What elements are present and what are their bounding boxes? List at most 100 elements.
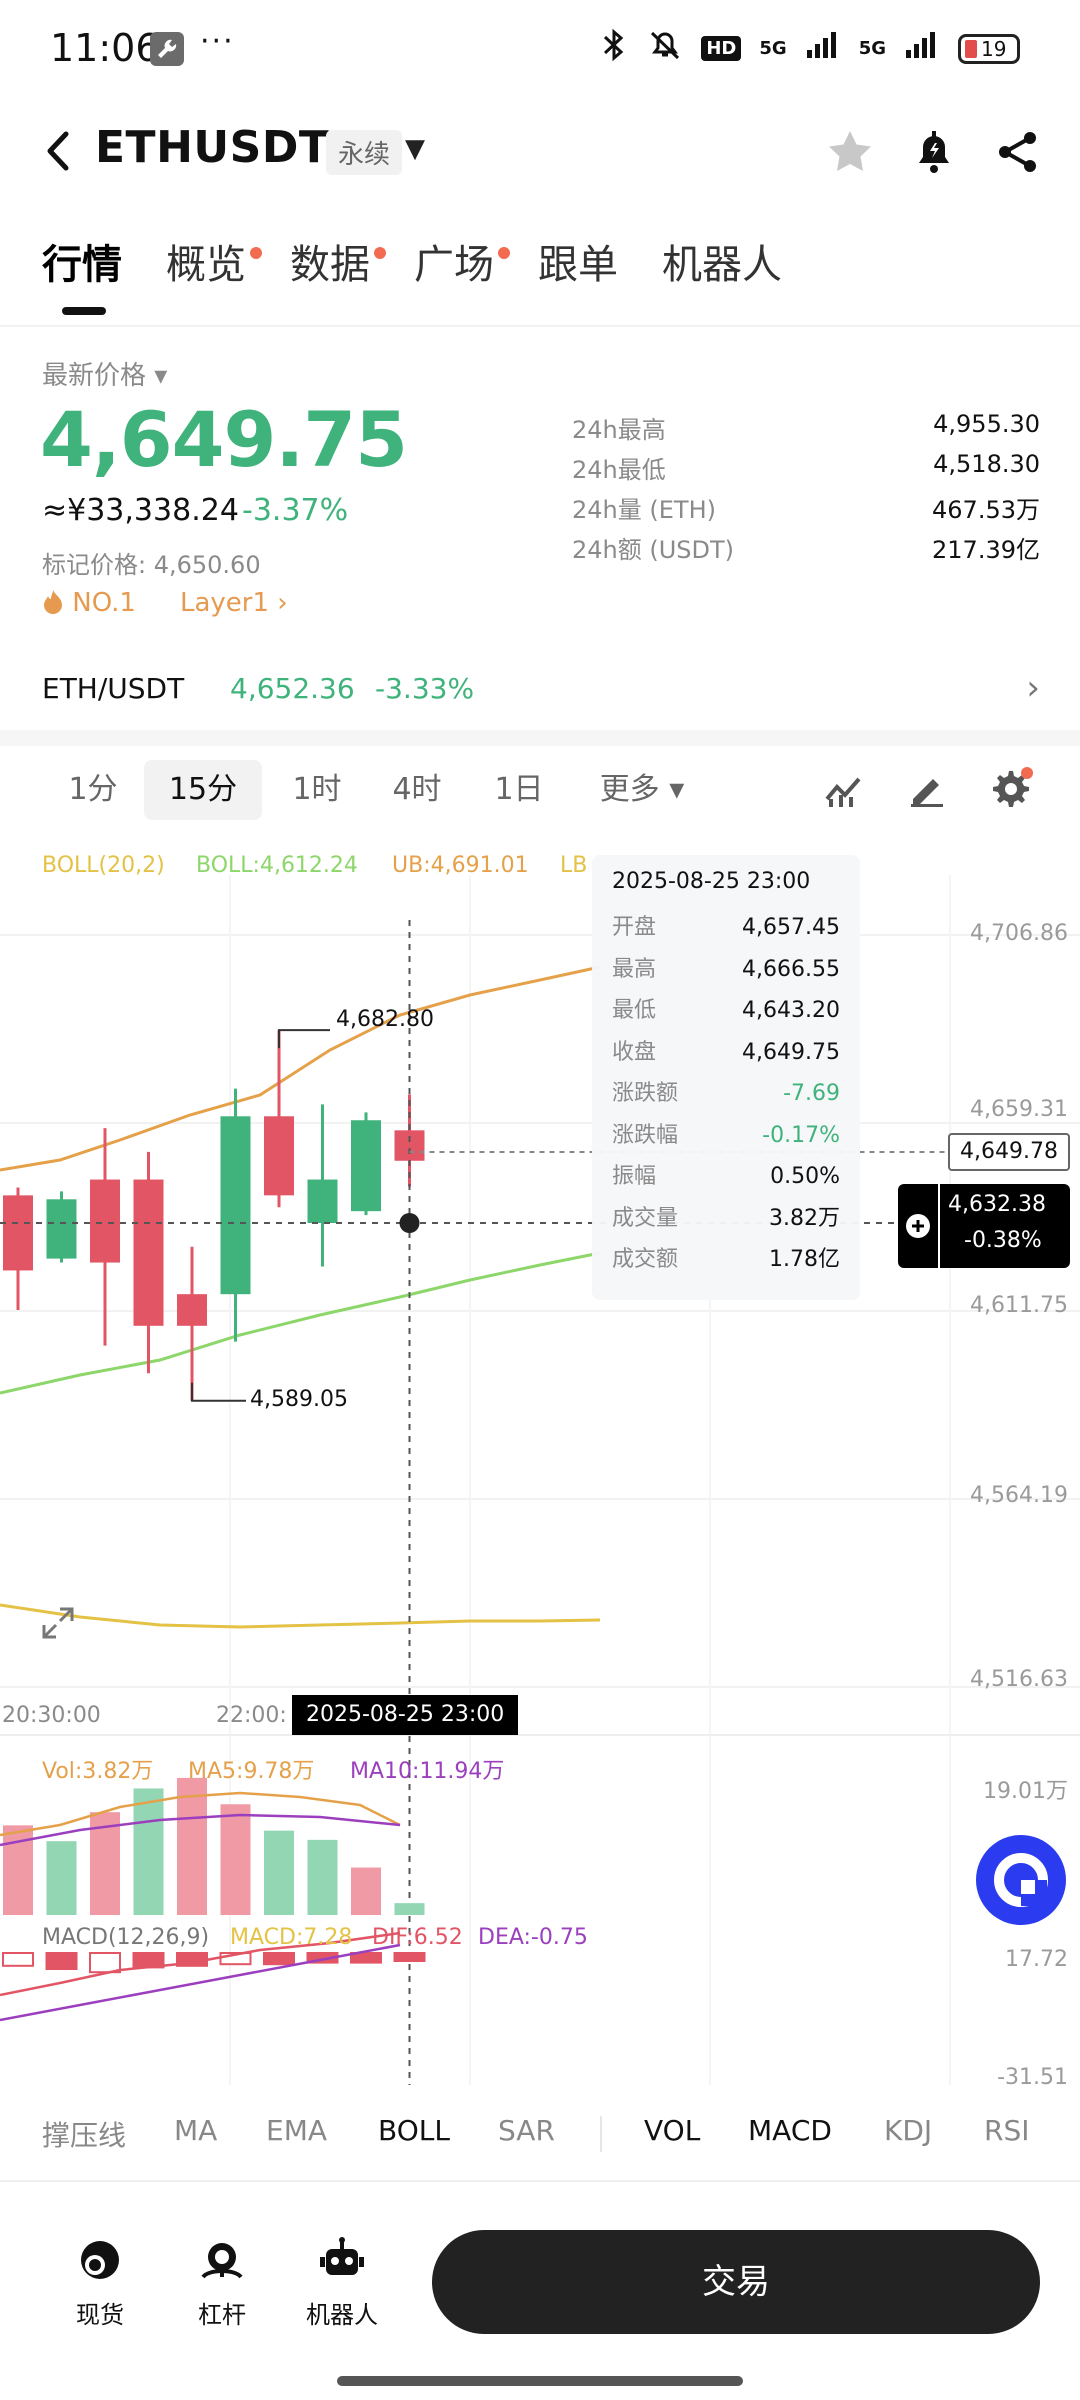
bottom-divider xyxy=(0,2180,1080,2182)
status-icons: HD 5G 5G 19 xyxy=(599,28,1020,69)
notification-dot xyxy=(250,247,262,259)
interval-15m[interactable]: 15分 xyxy=(144,760,262,820)
nav-margin[interactable]: 杠杆 xyxy=(172,2235,272,2330)
indicator-vol[interactable]: VOL xyxy=(644,2114,700,2147)
boll-legend-mid: BOLL:4,612.24 xyxy=(196,853,358,878)
crosshair-price-tag[interactable]: 4,632.38 -0.38% xyxy=(898,1184,1070,1268)
indicator-boll[interactable]: BOLL xyxy=(378,2114,450,2147)
interval-bar: 1分 15分 1时 4时 1日 更多 ▾ xyxy=(0,750,1080,830)
vol-legend: Vol:3.82万 xyxy=(42,1759,154,1784)
interval-1m[interactable]: 1分 xyxy=(50,760,136,820)
boll-upper-line xyxy=(0,965,601,1172)
favorite-button[interactable] xyxy=(820,122,880,182)
drawing-tool-button[interactable] xyxy=(902,764,952,814)
macd-histogram-bar xyxy=(89,1952,121,1974)
indicator-separator xyxy=(600,2116,602,2152)
tab-square[interactable]: 广场 xyxy=(414,225,510,315)
nav-spot-label: 现货 xyxy=(76,2301,124,2329)
macd-histogram-bar xyxy=(2,1952,34,1967)
interval-1h[interactable]: 1时 xyxy=(274,760,360,820)
stat-row-high: 24h最高 4,955.30 xyxy=(572,410,1040,444)
interval-1d[interactable]: 1日 xyxy=(476,760,562,820)
tooltip-date: 2025-08-25 23:00 xyxy=(612,869,811,894)
indicator-rsi[interactable]: RSI xyxy=(984,2114,1030,2147)
stat-row-volume: 24h量 (ETH) 467.53万 xyxy=(572,496,1040,524)
volume-bar xyxy=(307,1839,338,1915)
bell-icon xyxy=(919,131,949,173)
tab-bot[interactable]: 机器人 xyxy=(662,225,782,315)
tooltip-row: 成交量 3.82万 xyxy=(612,1205,840,1231)
more-status-icon: ··· xyxy=(200,24,235,59)
gate-logo-icon xyxy=(994,1853,1048,1907)
candle-body xyxy=(3,1195,33,1271)
tab-data[interactable]: 数据 xyxy=(290,225,386,315)
chart-settings-button[interactable] xyxy=(986,764,1036,814)
tab-overview[interactable]: 概览 xyxy=(166,225,262,315)
indicator-support-resistance[interactable]: 撑压线 xyxy=(42,2114,126,2154)
indicator-macd[interactable]: MACD xyxy=(748,2114,832,2147)
perpetual-badge: 永续 xyxy=(326,130,403,175)
tab-market[interactable]: 行情 xyxy=(42,225,122,315)
interval-more[interactable]: 更多 ▾ xyxy=(584,760,700,820)
margin-icon xyxy=(194,2235,250,2285)
volume-bar xyxy=(220,1804,251,1915)
crosshair-price: 4,632.38 xyxy=(948,1192,1046,1217)
tooltip-row: 最低 4,643.20 xyxy=(612,998,840,1023)
rank-tag[interactable]: NO.1 xyxy=(42,588,136,618)
time-axis-label: 20:30:00 xyxy=(2,1703,101,1728)
low-annotation: 4,589.05 xyxy=(250,1387,348,1412)
indicator-sar[interactable]: SAR xyxy=(498,2114,555,2147)
add-order-icon[interactable] xyxy=(898,1184,940,1268)
nav-bot[interactable]: 机器人 xyxy=(292,2235,392,2330)
alert-button[interactable] xyxy=(904,122,964,182)
candle-body xyxy=(307,1179,338,1224)
gate-logo-button[interactable] xyxy=(976,1835,1066,1925)
boll-mid-line xyxy=(0,1251,601,1395)
indicator-ema[interactable]: EMA xyxy=(266,2114,327,2147)
macd-axis-top: 17.72 xyxy=(1005,1947,1068,1972)
hd-badge: HD xyxy=(701,36,742,61)
pair-title[interactable]: ETHUSDT xyxy=(95,122,329,173)
volume-bar xyxy=(133,1788,164,1915)
macd-legend-dif: DIF:6.52 xyxy=(372,1925,463,1950)
expand-icon[interactable] xyxy=(40,1605,76,1641)
indicator-button[interactable] xyxy=(818,764,868,814)
back-button[interactable] xyxy=(40,126,80,176)
sector-tag[interactable]: Layer1 › xyxy=(180,588,288,618)
trade-button[interactable]: 交易 xyxy=(432,2230,1040,2334)
kline-chart[interactable] xyxy=(0,835,1080,2085)
candle-body xyxy=(90,1179,120,1263)
boll-legend-ub: UB:4,691.01 xyxy=(392,853,529,878)
indicator-bar: 撑压线 MA EMA BOLL SAR VOL MACD KDJ RSI xyxy=(0,2098,1080,2170)
battery-icon: 19 xyxy=(958,33,1020,64)
candle-body xyxy=(133,1179,164,1326)
ohlc-tooltip: 2025-08-25 23:00 开盘 4,657.45 最高 4,666.55 最… xyxy=(592,855,860,1300)
boll-legend-lb: LB xyxy=(560,853,588,878)
tooltip-row: 涨跌幅 -0.17% xyxy=(612,1122,840,1148)
volume-bar xyxy=(264,1830,294,1915)
macd-legend-macd: MACD:7.28 xyxy=(230,1925,353,1950)
price-axis-label: 4,611.75 xyxy=(970,1293,1068,1318)
chart-area[interactable]: BOLL(20,2) BOLL:4,612.24 UB:4,691.01 LB … xyxy=(0,835,1080,2090)
spot-pair-row[interactable]: ETH/USDT 4,652.36 -3.33% › xyxy=(0,660,1080,720)
tooltip-row: 最高 4,666.55 xyxy=(612,956,840,982)
interval-4h[interactable]: 4时 xyxy=(374,760,460,820)
tab-copy-trade[interactable]: 跟单 xyxy=(538,225,618,315)
section-divider xyxy=(0,730,1080,746)
share-button[interactable] xyxy=(988,122,1048,182)
home-indicator[interactable] xyxy=(337,2376,743,2386)
indicator-ma[interactable]: MA xyxy=(174,2114,217,2147)
last-price: 4,649.75 xyxy=(40,395,408,484)
crosshair-time-tag: 2025-08-25 23:00 xyxy=(292,1695,519,1735)
candle-body xyxy=(394,1130,425,1161)
nav-spot[interactable]: 现货 xyxy=(50,2235,150,2330)
ma10-legend: MA10:11.94万 xyxy=(350,1759,505,1784)
indicator-kdj[interactable]: KDJ xyxy=(884,2114,932,2147)
tooltip-row: 振幅 0.50% xyxy=(612,1164,840,1189)
latest-price-label[interactable]: 最新价格 ▾ xyxy=(42,355,167,392)
boll-lower-line xyxy=(0,1603,601,1629)
main-tabs: 行情 概览 数据 广场 跟单 机器人 xyxy=(0,225,1080,325)
macd-legend-dea: DEA:-0.75 xyxy=(478,1925,588,1950)
pair-dropdown-icon[interactable]: ▼ xyxy=(405,134,425,164)
volume-bar xyxy=(351,1867,381,1915)
